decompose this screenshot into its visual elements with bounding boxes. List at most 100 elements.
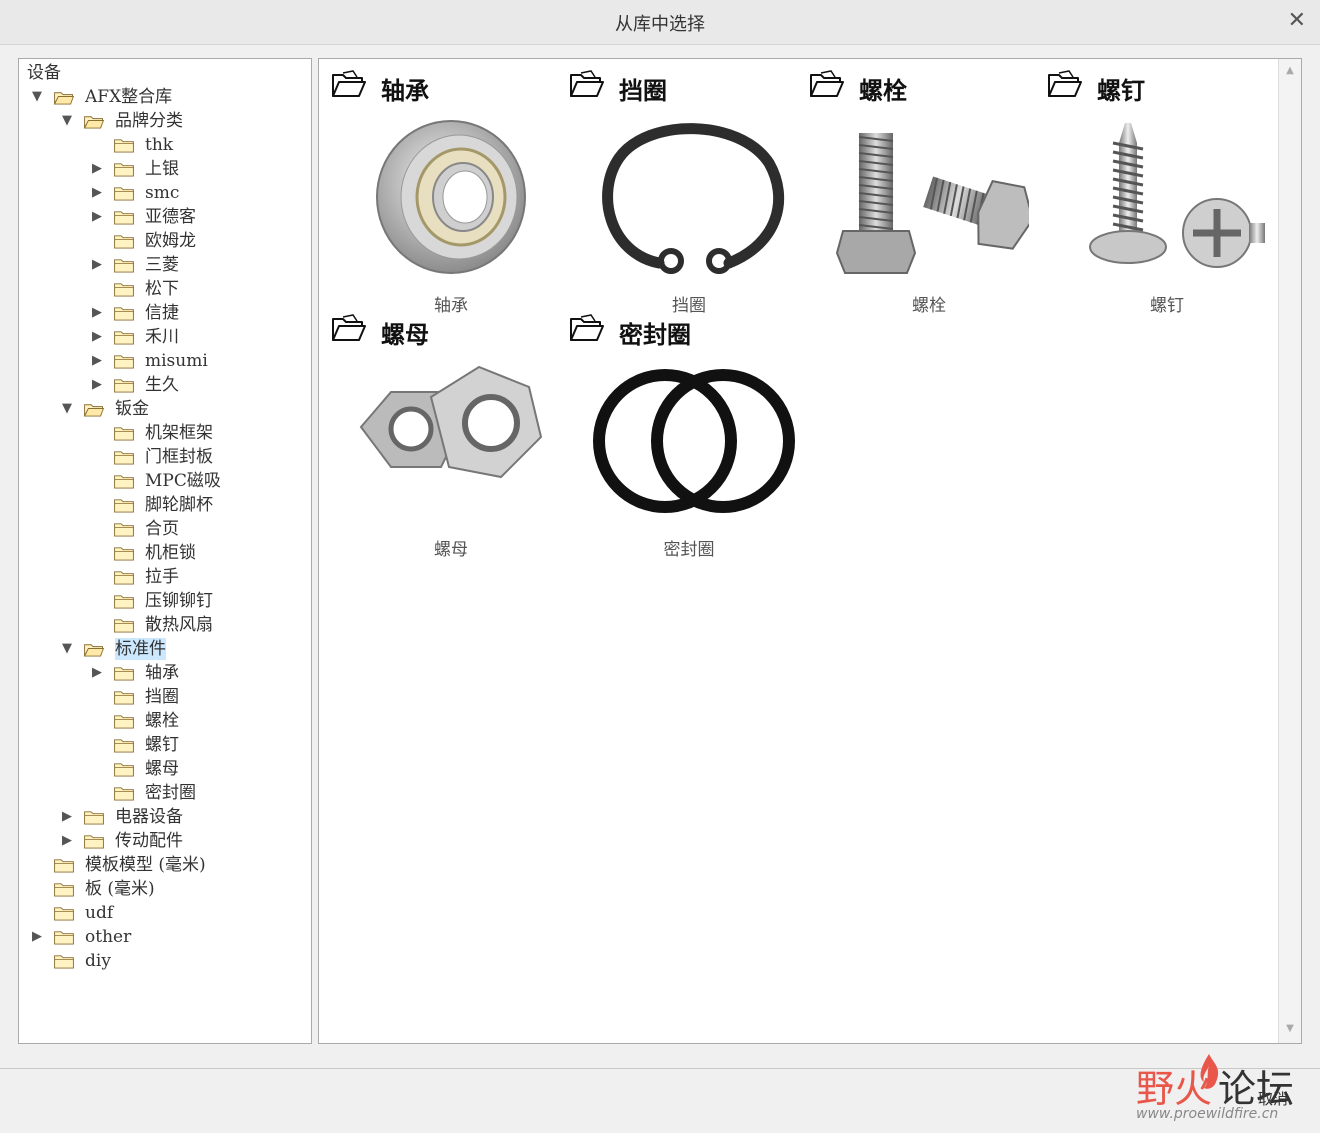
expand-arrow-right-icon[interactable]: ▶ — [92, 158, 106, 180]
tree-node[interactable]: ▶ misumi — [19, 350, 309, 372]
nut-image[interactable] — [351, 357, 551, 527]
tree-node-label: 板 (毫米) — [85, 879, 155, 899]
gallery-item-heading[interactable]: 螺栓 — [809, 65, 1029, 105]
folder-icon — [113, 182, 137, 204]
scroll-up-icon[interactable]: ▲ — [1279, 65, 1301, 76]
tree-node-label: 机架框架 — [145, 423, 213, 443]
tree-node-label: smc — [145, 183, 180, 203]
tree-node-label: 电器设备 — [115, 807, 183, 827]
tree-node-label: 三菱 — [145, 255, 179, 275]
expand-arrow-right-icon[interactable]: ▶ — [62, 830, 76, 852]
expand-arrow-right-icon[interactable]: ▶ — [92, 206, 106, 228]
expand-arrow-right-icon[interactable]: ▶ — [92, 662, 106, 684]
tree-node[interactable]: 松下 — [19, 278, 309, 300]
gallery-heading-label: 密封圈 — [619, 321, 691, 349]
gallery-item-heading[interactable]: 螺钉 — [1047, 65, 1267, 105]
tree-node[interactable]: ▶ 轴承 — [19, 662, 309, 684]
gallery-item-heading[interactable]: 螺母 — [331, 309, 551, 349]
tree-node[interactable]: 脚轮脚杯 — [19, 494, 309, 516]
gallery-item-heading[interactable]: 挡圈 — [569, 65, 789, 105]
expand-arrow-down-icon[interactable]: ▼ — [32, 86, 46, 108]
gallery-item-heading[interactable]: 轴承 — [331, 65, 551, 105]
tree-node[interactable]: 门框封板 — [19, 446, 309, 468]
gallery-item-heading[interactable]: 密封圈 — [569, 309, 789, 349]
tree-node[interactable]: ▶ 禾川 — [19, 326, 309, 348]
folder-icon — [53, 854, 77, 876]
tree-node-label: 禾川 — [145, 327, 179, 347]
tree-node[interactable]: 合页 — [19, 518, 309, 540]
watermark-url: www.proewildfire.cn — [1136, 1106, 1279, 1122]
tree-node[interactable]: 螺母 — [19, 758, 309, 780]
tree-node[interactable]: 板 (毫米) — [19, 878, 309, 900]
tree-node[interactable]: 密封圈 — [19, 782, 309, 804]
tree-node[interactable]: 欧姆龙 — [19, 230, 309, 252]
folder-icon — [83, 830, 107, 852]
library-tree[interactable]: 设备 ▼ AFX整合库 ▼ 品牌分类 thk ▶ 上银 ▶ smc ▶ 亚德客 欧姆龙 ▶ 三菱 松下 ▶ 信捷… — [18, 58, 312, 1044]
tree-node[interactable]: ▼ 钣金 — [19, 398, 309, 420]
expand-arrow-down-icon[interactable]: ▼ — [62, 398, 76, 420]
expand-arrow-right-icon[interactable]: ▶ — [32, 926, 46, 948]
expand-arrow-right-icon[interactable]: ▶ — [92, 254, 106, 276]
tree-node[interactable]: 机架框架 — [19, 422, 309, 444]
tree-node[interactable]: 拉手 — [19, 566, 309, 588]
folder-icon — [113, 470, 137, 492]
scroll-down-icon[interactable]: ▼ — [1279, 1023, 1301, 1034]
screw-image[interactable] — [1067, 113, 1267, 283]
tree-node[interactable]: 压铆铆钉 — [19, 590, 309, 612]
expand-arrow-right-icon[interactable]: ▶ — [62, 806, 76, 828]
folder-icon — [113, 350, 137, 372]
tree-node-label: 钣金 — [115, 399, 149, 419]
tree-node[interactable]: ▶ 三菱 — [19, 254, 309, 276]
tree-node-label: 生久 — [145, 375, 179, 395]
close-icon[interactable]: ✕ — [1288, 8, 1306, 33]
tree-node[interactable]: udf — [19, 902, 309, 924]
expand-arrow-right-icon[interactable]: ▶ — [92, 350, 106, 372]
tree-node[interactable]: ▼ 标准件 — [19, 638, 309, 660]
expand-arrow-down-icon[interactable]: ▼ — [62, 638, 76, 660]
open-folder-icon — [53, 86, 77, 108]
expand-arrow-right-icon[interactable]: ▶ — [92, 182, 106, 204]
expand-arrow-down-icon[interactable]: ▼ — [62, 110, 76, 132]
tree-node[interactable]: thk — [19, 134, 309, 156]
folder-icon — [113, 158, 137, 180]
title-bar: 从库中选择 ✕ — [0, 0, 1320, 45]
tree-node[interactable]: 螺钉 — [19, 734, 309, 756]
tree-node[interactable]: 散热风扇 — [19, 614, 309, 636]
expand-arrow-right-icon[interactable]: ▶ — [92, 374, 106, 396]
tree-node[interactable]: ▶ smc — [19, 182, 309, 204]
tree-node[interactable]: ▶ 上银 — [19, 158, 309, 180]
tree-node[interactable]: ▶ 电器设备 — [19, 806, 309, 828]
tree-node-label: 亚德客 — [145, 207, 196, 227]
tree-node[interactable]: ▶ other — [19, 926, 309, 948]
tree-node[interactable]: 螺栓 — [19, 710, 309, 732]
tree-header-label: 设备 — [27, 63, 61, 83]
tree-node[interactable]: 模板模型 (毫米) — [19, 854, 309, 876]
tree-node[interactable]: ▶ 传动配件 — [19, 830, 309, 852]
retaining-ring-image[interactable] — [589, 113, 789, 283]
tree-node[interactable]: diy — [19, 950, 309, 972]
bolt-image[interactable] — [829, 113, 1034, 283]
expand-arrow-right-icon[interactable]: ▶ — [92, 302, 106, 324]
folder-icon — [113, 446, 137, 468]
folder-icon — [53, 878, 77, 900]
tree-node-label: MPC磁吸 — [145, 471, 221, 491]
expand-arrow-right-icon[interactable]: ▶ — [92, 326, 106, 348]
tree-node-label: 脚轮脚杯 — [145, 495, 213, 515]
o-ring-image[interactable] — [589, 357, 795, 527]
tree-node[interactable]: ▶ 亚德客 — [19, 206, 309, 228]
bearing-image[interactable] — [351, 113, 551, 283]
tree-node-label: 密封圈 — [145, 783, 196, 803]
tree-node[interactable]: 挡圈 — [19, 686, 309, 708]
watermark-brand-a: 野火 — [1136, 1067, 1213, 1111]
vertical-scrollbar[interactable]: ▲ ▼ — [1278, 59, 1301, 1043]
tree-node[interactable]: MPC磁吸 — [19, 470, 309, 492]
tree-node[interactable]: ▶ 生久 — [19, 374, 309, 396]
gallery-heading-label: 螺栓 — [859, 77, 907, 105]
tree-node-label: 门框封板 — [145, 447, 213, 467]
tree-node[interactable]: ▼ AFX整合库 — [19, 86, 309, 108]
gallery-item-caption: 螺母 — [434, 540, 468, 560]
tree-node[interactable]: ▶ 信捷 — [19, 302, 309, 324]
folder-icon — [53, 950, 77, 972]
tree-node[interactable]: 机柜锁 — [19, 542, 309, 564]
tree-node[interactable]: ▼ 品牌分类 — [19, 110, 309, 132]
